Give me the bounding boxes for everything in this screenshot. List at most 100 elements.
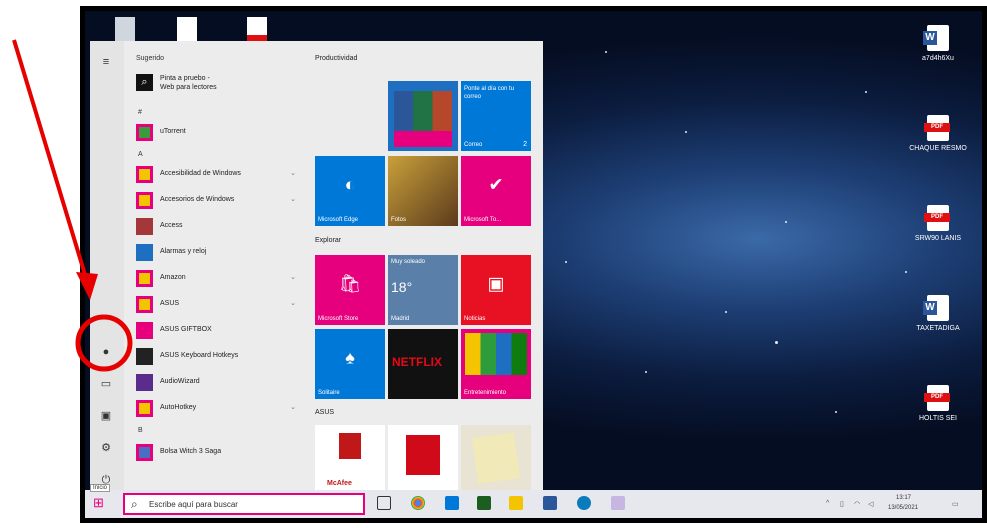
star	[565, 261, 567, 263]
app-accesibilidad[interactable]: Accesibilidad de Windows ⌄	[136, 165, 296, 183]
app-accesorios[interactable]: Accesorios de Windows ⌄	[136, 191, 296, 209]
app-asus[interactable]: ASUS ⌄	[136, 295, 296, 313]
office-strip	[394, 131, 452, 147]
document-icon[interactable]: ▭	[98, 377, 114, 391]
tile-label: McAfee	[327, 480, 352, 487]
tile-mcafee[interactable]: McAfee	[315, 425, 385, 493]
menu-icon[interactable]: ≡	[98, 55, 114, 69]
weather-temperature: 18°	[391, 279, 413, 295]
audio-icon	[136, 374, 153, 391]
desktop-icon-pdf-1[interactable]: CHAQUE RESMO	[908, 115, 968, 152]
app-bubble-witch[interactable]: Bolsa Witch 3 Saga	[136, 443, 296, 461]
tile-netflix[interactable]: NETFLIX	[388, 329, 458, 399]
app-amazon[interactable]: Amazon ⌄	[136, 269, 296, 287]
task-view-icon[interactable]	[377, 496, 391, 510]
tile-store[interactable]: 🛍 Microsoft Store	[315, 255, 385, 325]
section-suggested: Sugerido	[136, 55, 165, 62]
recycle-bin-icon[interactable]	[115, 17, 135, 41]
folder-icon	[136, 270, 153, 287]
clock-time[interactable]: 13:17	[896, 495, 911, 501]
tile-solitaire[interactable]: ♠ Solitaire	[315, 329, 385, 399]
shortcut-icon[interactable]	[177, 17, 197, 41]
tile-weather[interactable]: Muy soleado 18° Madrid	[388, 255, 458, 325]
folder-icon	[136, 166, 153, 183]
tile-play[interactable]: Entretenimiento	[461, 329, 531, 399]
desktop-icon-pdf-2[interactable]: SRW90 LANIS	[908, 205, 968, 242]
tile-office[interactable]	[388, 81, 458, 151]
user-icon[interactable]: ●	[98, 345, 114, 359]
clock-date[interactable]: 13/05/2021	[888, 505, 918, 511]
windows-start-icon[interactable]: ⊞	[93, 496, 107, 510]
app-label: Access	[160, 222, 183, 229]
app-autohotkey[interactable]: AutoHotkey ⌄	[136, 399, 296, 417]
check-icon: ✔	[488, 174, 504, 195]
wifi-icon[interactable]: ◠	[854, 500, 860, 508]
app-icon[interactable]	[611, 496, 625, 510]
app-asus-keyboard[interactable]: ASUS Keyboard Hotkeys	[136, 347, 296, 365]
battery-icon[interactable]: ▯	[840, 500, 844, 508]
star	[645, 371, 647, 373]
weather-condition: Muy soleado	[391, 259, 426, 265]
chevron-up-icon[interactable]: ^	[826, 500, 829, 507]
desktop-icon-pdf-3[interactable]: HOLTIS SEI	[908, 385, 968, 422]
app-label: Accesorios de Windows	[160, 196, 235, 203]
chrome-icon[interactable]	[411, 496, 425, 510]
tile-group-asus: ASUS	[315, 409, 335, 416]
search-box[interactable]: ⌕ Escribe aquí para buscar	[123, 493, 365, 515]
file-explorer-icon[interactable]	[509, 496, 523, 510]
star	[905, 271, 907, 273]
chevron-down-icon: ⌄	[290, 170, 296, 177]
app-audiowizard[interactable]: AudioWizard	[136, 373, 296, 391]
letter-header[interactable]: B	[138, 427, 143, 434]
chevron-down-icon: ⌄	[290, 404, 296, 411]
tile-label: Fotos	[391, 217, 407, 223]
store-bag-icon: 🛍	[338, 273, 362, 294]
volume-icon[interactable]: ◁	[868, 500, 873, 508]
tile-group-productividad: Productividad	[315, 55, 358, 62]
letter-header[interactable]: #	[138, 109, 142, 116]
app-access[interactable]: Access	[136, 217, 296, 235]
desktop-icon-word-2[interactable]: TAXETADIGA	[908, 295, 968, 332]
browser-icon[interactable]	[577, 496, 591, 510]
tile-photos[interactable]: Fotos	[388, 156, 458, 226]
start-menu: ≡ ● ▭ ▣ ⚙ ⏻ Sugerido ⌕ Pinta a pruebo - …	[90, 41, 543, 493]
store-icon[interactable]	[477, 496, 491, 510]
tile-group-explorar: Explorar	[315, 237, 342, 244]
app-label: uTorrent	[160, 128, 186, 135]
weather-location: Madrid	[391, 316, 410, 322]
search-icon: ⌕	[131, 497, 138, 511]
desktop-icon-word-1[interactable]: a7d4h6Xu	[908, 25, 968, 62]
notification-icon[interactable]: ▭	[952, 500, 959, 508]
tile-notes[interactable]: Notas	[461, 425, 531, 493]
clock-icon	[136, 244, 153, 261]
app-alarmas[interactable]: Alarmas y reloj	[136, 243, 296, 261]
pdf-file-icon[interactable]	[247, 17, 267, 41]
letter-header[interactable]: A	[138, 151, 143, 158]
tile-edge[interactable]: ◐ Microsoft Edge	[315, 156, 385, 226]
tile-giftbox[interactable]: Giftbox	[388, 425, 458, 493]
star	[865, 91, 867, 93]
settings-icon[interactable]: ⚙	[98, 441, 114, 455]
tile-label: Noticias	[464, 316, 486, 322]
tile-area: Productividad Ponte al día con tu correo…	[315, 41, 540, 493]
folder-icon	[136, 296, 153, 313]
edge-icon[interactable]	[445, 496, 459, 510]
tile-news[interactable]: ▣ Noticias	[461, 255, 531, 325]
app-asus-giftbox[interactable]: ASUS GIFTBOX	[136, 321, 296, 339]
pictures-icon[interactable]: ▣	[98, 409, 114, 423]
app-utorrent[interactable]: uTorrent	[136, 123, 296, 141]
word-document-icon	[923, 25, 949, 51]
folder-icon	[136, 192, 153, 209]
start-rail: ≡ ● ▭ ▣ ⚙ ⏻	[90, 41, 124, 493]
word-icon[interactable]	[543, 496, 557, 510]
tile-todo[interactable]: ✔ Microsoft To...	[461, 156, 531, 226]
note-icon	[472, 432, 520, 484]
tile-mail[interactable]: Ponte al día con tu correo Correo 2	[461, 81, 531, 151]
star	[775, 341, 778, 344]
tile-label: Solitaire	[318, 390, 340, 396]
word-document-icon	[923, 295, 949, 321]
desktop-icon-label: TAXETADIGA	[916, 325, 960, 332]
star	[605, 51, 607, 53]
suggested-app[interactable]: ⌕ Pinta a pruebo - Web para lectores	[136, 73, 296, 99]
tile-label: Correo	[464, 142, 483, 148]
